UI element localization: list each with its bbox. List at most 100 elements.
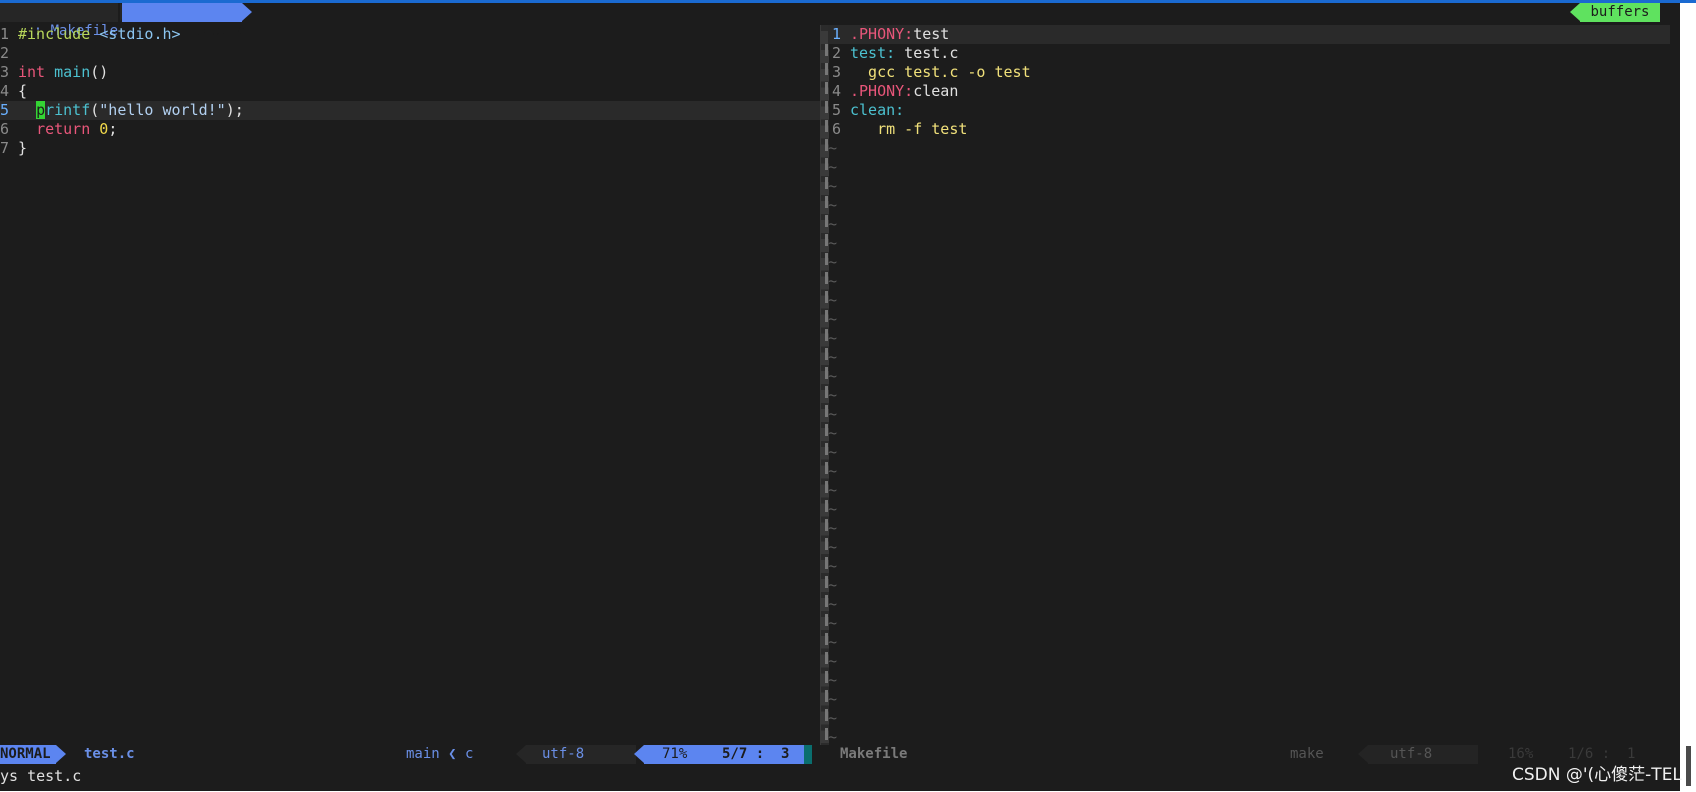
statusline-function: main ❮ c xyxy=(406,746,474,762)
code-line[interactable]: 5 printf("hello world!"); xyxy=(0,101,820,120)
code-token: int xyxy=(18,63,46,81)
code-line[interactable]: 2 xyxy=(0,44,820,63)
code-token: } xyxy=(18,139,28,157)
statusline-end-cap xyxy=(804,745,812,764)
empty-line-tilde: ~ xyxy=(828,633,838,651)
editor-pane-makefile[interactable]: 1 .PHONY:test 2 test: test.c 3 gcc test.c -o… xyxy=(828,25,1670,745)
code-token: rintf xyxy=(45,101,91,119)
code-line[interactable]: 7} xyxy=(0,139,820,158)
line-number: 5 xyxy=(832,101,842,119)
editor-pane-test-c[interactable]: 1 #include <stdio.h> 2 3 int main() 4{5 print… xyxy=(0,25,820,745)
line-number: 3 xyxy=(832,63,842,81)
code-token: test: xyxy=(850,44,896,62)
empty-line-tilde: ~ xyxy=(828,519,838,537)
code-line[interactable]: 3 int main() xyxy=(0,63,820,82)
code-line[interactable]: 2 test: test.c xyxy=(828,44,1670,63)
buffers-arrow-icon xyxy=(1570,3,1580,21)
empty-line-tilde: ~ xyxy=(828,291,838,309)
mode-indicator: NORMAL xyxy=(0,745,56,764)
code-token: gcc test.c -o test xyxy=(850,63,1031,81)
empty-line-tilde: ~ xyxy=(828,671,838,689)
code-token: .PHONY: xyxy=(850,25,914,43)
encoding-arrow-icon xyxy=(516,745,526,763)
empty-line-tilde: ~ xyxy=(828,481,838,499)
tab-test-c[interactable]: 2: test.c xyxy=(122,3,246,39)
empty-line-tilde: ~ xyxy=(828,234,838,252)
empty-line-tilde: ~ xyxy=(828,709,838,727)
code-line[interactable]: 1 #include <stdio.h> xyxy=(0,25,820,44)
line-number: 7 xyxy=(0,139,10,157)
empty-line-tilde: ~ xyxy=(828,538,838,556)
code-token: 0 xyxy=(99,120,109,138)
tab-active-arrow xyxy=(242,3,252,21)
statusline-percent: 71% xyxy=(662,746,688,762)
empty-line-tilde: ~ xyxy=(828,253,838,271)
empty-line-tilde: ~ xyxy=(828,215,838,233)
code-token: main xyxy=(54,63,91,81)
code-line[interactable]: 4{ xyxy=(0,82,820,101)
empty-line-tilde: ~ xyxy=(828,690,838,708)
line-number: 5 xyxy=(0,101,10,119)
empty-line-tilde: ~ xyxy=(828,424,838,442)
code-line[interactable]: 6 rm -f test xyxy=(828,120,1670,139)
buffers-indicator[interactable]: buffers xyxy=(1580,3,1660,22)
code-line[interactable]: 3 gcc test.c -o test xyxy=(828,63,1670,82)
line-number: 3 xyxy=(0,63,10,81)
line-number: 1 xyxy=(0,25,10,43)
empty-line-tilde: ~ xyxy=(828,386,838,404)
empty-line-tilde: ~ xyxy=(828,405,838,423)
code-token: return xyxy=(36,120,91,138)
terminal-scrollbar-track[interactable] xyxy=(1680,3,1696,792)
empty-line-tilde: ~ xyxy=(828,576,838,594)
statusline-encoding: utf-8 xyxy=(542,746,585,762)
code-line[interactable]: 5 clean: xyxy=(828,101,1670,120)
text-cursor: p xyxy=(36,101,46,119)
code-token: "hello world!" xyxy=(99,101,226,119)
code-token: .PHONY: xyxy=(850,82,914,100)
empty-line-tilde: ~ xyxy=(828,367,838,385)
empty-line-tilde: ~ xyxy=(828,196,838,214)
right-encoding-arrow-icon xyxy=(1358,745,1368,763)
line-number: 2 xyxy=(0,44,10,62)
code-line[interactable]: 1 .PHONY:test xyxy=(828,25,1670,44)
empty-line-tilde: ~ xyxy=(828,348,838,366)
vim-tabline: : Makefile 2: test.c xyxy=(0,3,1680,39)
line-number: 1 xyxy=(832,25,842,43)
code-token: <stdio.h> xyxy=(90,25,181,43)
empty-line-tilde: ~ xyxy=(828,139,838,157)
statusline-right-encoding: utf-8 xyxy=(1390,746,1433,762)
empty-line-tilde: ~ xyxy=(828,177,838,195)
empty-line-tilde: ~ xyxy=(828,310,838,328)
code-token: clean xyxy=(913,82,959,100)
empty-line-tilde: ~ xyxy=(828,500,838,518)
code-line[interactable]: 4 .PHONY:clean xyxy=(828,82,1670,101)
code-token: rm -f test xyxy=(850,120,968,138)
tab-makefile[interactable]: : Makefile xyxy=(0,3,118,39)
code-token: ; xyxy=(108,120,118,138)
csdn-watermark: CSDN @'(心傻茫-TEL xyxy=(1512,765,1682,785)
code-token: test.c xyxy=(895,44,959,62)
position-arrow-icon xyxy=(634,745,644,763)
code-token: () xyxy=(90,63,109,81)
statusline-filename: test.c xyxy=(84,746,135,762)
code-line[interactable]: 6 return 0; xyxy=(0,120,820,139)
command-line[interactable]: ys test.c xyxy=(0,767,81,786)
terminal-scrollbar-thumb[interactable] xyxy=(1686,746,1691,786)
statusline-right-filename: Makefile xyxy=(840,746,908,762)
empty-line-tilde: ~ xyxy=(828,462,838,480)
statusline-left: NORMAL test.c main ❮ c utf-8 71% 5/7 : 3 xyxy=(0,745,820,764)
statusline-right-filetype: make xyxy=(1290,746,1324,762)
empty-line-tilde: ~ xyxy=(828,158,838,176)
code-token: clean: xyxy=(850,101,905,119)
empty-line-tilde: ~ xyxy=(828,728,838,745)
code-token: { xyxy=(18,82,28,100)
empty-line-tilde: ~ xyxy=(828,329,838,347)
empty-line-tilde: ~ xyxy=(828,443,838,461)
line-number: 6 xyxy=(0,120,10,138)
line-number: 4 xyxy=(832,82,842,100)
line-number: 6 xyxy=(832,120,842,138)
code-token: ( xyxy=(90,101,100,119)
